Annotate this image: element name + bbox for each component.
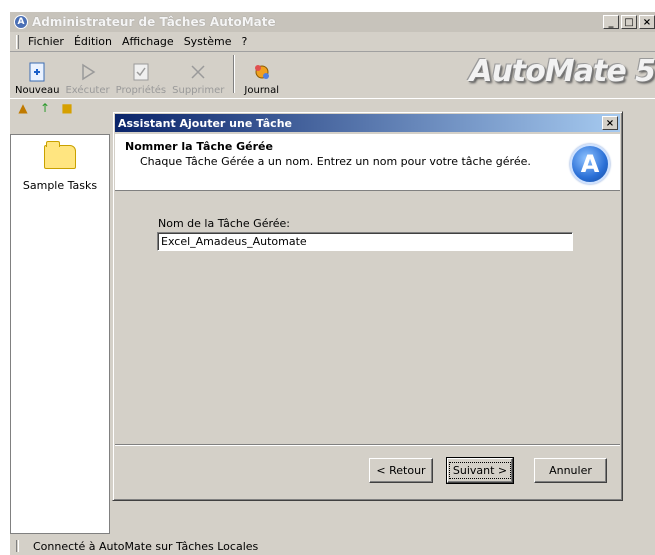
title-bar: A Administrateur de Tâches AutoMate _ □ … — [10, 12, 655, 32]
supprimer-label: Supprimer — [172, 85, 225, 96]
delete-icon — [187, 61, 209, 83]
status-text: Connecté à AutoMate sur Tâches Locales — [33, 539, 259, 553]
menu-bar: Fichier Édition Affichage Système ? — [10, 32, 655, 52]
back-button-label: < Retour — [376, 464, 426, 477]
automate-brand-logo: AutoMate 5 — [469, 54, 655, 89]
new-task-icon — [26, 61, 48, 83]
wizard-step-description: Chaque Tâche Gérée a un nom. Entrez un n… — [140, 155, 531, 168]
journal-label: Journal — [244, 85, 280, 96]
task-name-input[interactable] — [157, 232, 573, 251]
dialog-close-button[interactable]: × — [602, 116, 618, 130]
statusbar-grip — [16, 540, 19, 552]
up-folder-icon[interactable]: ↑ — [38, 101, 52, 115]
menubar-grip — [16, 34, 19, 49]
automate-logo-icon: A — [570, 144, 610, 184]
toolbar-separator — [233, 55, 236, 93]
dialog-title: Assistant Ajouter une Tâche — [118, 116, 292, 130]
close-button[interactable]: × — [639, 15, 655, 29]
executer-label: Exécuter — [65, 85, 110, 96]
menu-systeme[interactable]: Système — [179, 35, 237, 48]
task-tree-pane: Sample Tasks — [10, 134, 110, 534]
cancel-button[interactable]: Annuler — [534, 458, 607, 483]
maximize-button[interactable]: □ — [621, 15, 637, 29]
journal-button[interactable]: Journal — [241, 54, 282, 96]
task-name-label: Nom de la Tâche Gérée: — [158, 217, 290, 230]
proprietes-label: Propriétés — [115, 85, 167, 96]
toolbar: Nouveau Exécuter Propriétés Supprimer Jo… — [10, 52, 655, 98]
dialog-title-bar: Assistant Ajouter une Tâche × — [115, 114, 620, 132]
tree-tool-icon[interactable]: ▲ — [16, 101, 30, 115]
folder-icon — [44, 141, 76, 169]
journal-icon — [251, 61, 273, 83]
executer-button[interactable]: Exécuter — [62, 54, 112, 96]
folder-label: Sample Tasks — [22, 179, 98, 192]
menu-fichier[interactable]: Fichier — [23, 35, 69, 48]
wizard-header: Nommer la Tâche Gérée Chaque Tâche Gérée… — [115, 134, 620, 191]
supprimer-button[interactable]: Supprimer — [169, 54, 227, 96]
add-task-wizard-dialog: Assistant Ajouter une Tâche × Nommer la … — [112, 111, 623, 501]
automate-app-icon: A — [14, 15, 28, 29]
dialog-separator — [115, 444, 620, 446]
status-bar: Connecté à AutoMate sur Tâches Locales — [10, 537, 655, 555]
sample-tasks-folder[interactable]: Sample Tasks — [11, 141, 109, 192]
menu-affichage[interactable]: Affichage — [117, 35, 179, 48]
play-icon — [77, 61, 99, 83]
window-controls: _ □ × — [603, 15, 655, 29]
properties-icon — [130, 61, 152, 83]
next-button-label: Suivant > — [448, 462, 512, 479]
back-button[interactable]: < Retour — [369, 458, 433, 483]
next-button[interactable]: Suivant > — [446, 457, 514, 484]
menu-edition[interactable]: Édition — [69, 35, 117, 48]
nouveau-button[interactable]: Nouveau — [12, 54, 62, 96]
wizard-body: Nom de la Tâche Gérée: — [115, 192, 620, 452]
menu-help[interactable]: ? — [236, 35, 252, 48]
cancel-button-label: Annuler — [549, 464, 592, 477]
minimize-button[interactable]: _ — [603, 15, 619, 29]
window-title: Administrateur de Tâches AutoMate — [32, 15, 276, 29]
nouveau-label: Nouveau — [15, 85, 60, 96]
wizard-step-title: Nommer la Tâche Gérée — [125, 140, 273, 153]
proprietes-button[interactable]: Propriétés — [113, 54, 170, 96]
new-folder-icon[interactable]: ■ — [60, 101, 74, 115]
